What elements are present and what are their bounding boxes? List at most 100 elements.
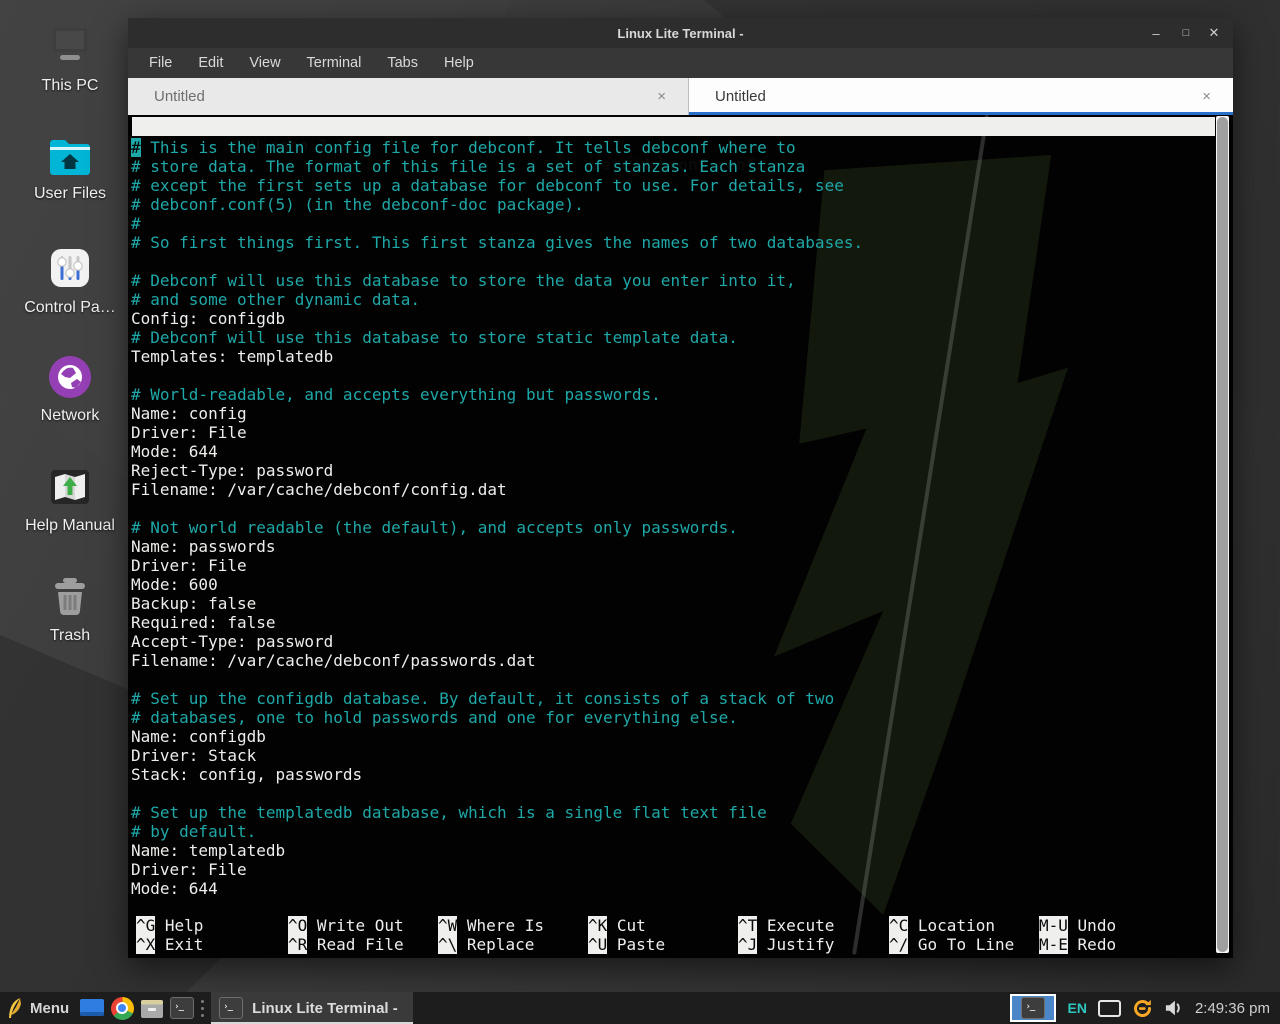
shortcut-key: ^X [136, 935, 155, 954]
terminal-line: Name: templatedb [131, 841, 863, 860]
desktop-icon-label: Trash [50, 627, 90, 645]
terminal-line: Required: false [131, 613, 863, 632]
close-button[interactable]: ✕ [1201, 18, 1227, 48]
window-title: Linux Lite Terminal - [617, 26, 743, 41]
desktop-icon-this-pc[interactable]: This PC [10, 24, 130, 126]
this-pc-icon [44, 24, 96, 70]
nano-shortcut: ^K Cut [588, 916, 646, 935]
desktop-pager-icon[interactable] [77, 992, 107, 1024]
terminal-line: # except the first sets up a database fo… [131, 176, 863, 195]
shortcut-label: Read File [317, 935, 404, 954]
terminal-window: Linux Lite Terminal - – □ ✕ File Edit Vi… [128, 18, 1233, 958]
tab-untitled-2[interactable]: Untitled × [689, 78, 1233, 115]
tab-untitled-1[interactable]: Untitled × [128, 78, 689, 115]
terminal-line: Filename: /var/cache/debconf/passwords.d… [131, 651, 863, 670]
nano-shortcuts: ^G Help^X Exit^O Write Out^R Read File^W… [131, 916, 1213, 954]
terminal-line: Reject-Type: password [131, 461, 863, 480]
terminal-line: # Not world readable (the default), and … [131, 518, 863, 537]
shortcut-key: ^K [588, 916, 607, 935]
display-icon[interactable] [1098, 1000, 1121, 1017]
file-manager-icon[interactable] [137, 992, 167, 1024]
taskbar: Menu Linux Lite Terminal - EN [0, 992, 1280, 1024]
terminal-icon [1021, 997, 1045, 1019]
shortcut-key: ^C [889, 916, 908, 935]
separator-handle[interactable] [197, 992, 207, 1024]
minimize-button[interactable]: – [1143, 18, 1169, 48]
terminal-line [131, 670, 863, 689]
shortcut-key: ^G [136, 916, 155, 935]
trash-icon [47, 574, 93, 620]
terminal-line: # Debconf will use this database to stor… [131, 328, 863, 347]
terminal-line: Driver: Stack [131, 746, 863, 765]
terminal-launcher-icon[interactable] [167, 992, 197, 1024]
help-manual-icon [46, 464, 94, 510]
desktop-icon-user-files[interactable]: User Files [10, 134, 130, 236]
desktop-icon-network[interactable]: Network [10, 354, 130, 456]
desktop-icon-label: Network [41, 407, 100, 425]
terminal-line: # store data. The format of this file is… [131, 157, 863, 176]
terminal-line: Backup: false [131, 594, 863, 613]
menu-terminal[interactable]: Terminal [294, 55, 375, 71]
menu-help[interactable]: Help [431, 55, 487, 71]
menu-tabs[interactable]: Tabs [374, 55, 431, 71]
shortcut-key: M-U [1039, 916, 1068, 935]
keyboard-layout-indicator[interactable]: EN [1067, 1000, 1086, 1016]
shortcut-key: M-E [1039, 935, 1068, 954]
nano-shortcut: ^J Justify [738, 935, 834, 954]
terminal-line: Accept-Type: password [131, 632, 863, 651]
desktop-icon-control-panel[interactable]: Control Pa… [10, 244, 130, 346]
terminal-line [131, 784, 863, 803]
nano-shortcut: ^\ Replace [438, 935, 534, 954]
task-button-terminal[interactable]: Linux Lite Terminal - [211, 992, 413, 1024]
tab-bar: Untitled × Untitled × [128, 78, 1233, 115]
desktop-icon-trash[interactable]: Trash [10, 574, 130, 676]
clock[interactable]: 2:49:36 pm [1195, 1000, 1270, 1017]
tray-terminal-window-icon[interactable] [1010, 994, 1056, 1022]
menu-edit[interactable]: Edit [185, 55, 236, 71]
maximize-button[interactable]: □ [1173, 18, 1199, 48]
terminal-line: # This is the main config file for debco… [131, 138, 863, 157]
desktop: This PC User Files Control Pa… [0, 0, 1280, 1024]
shortcut-label: Execute [767, 916, 834, 935]
shortcut-label: Write Out [317, 916, 404, 935]
volume-icon[interactable] [1164, 999, 1184, 1017]
terminal-line: Mode: 644 [131, 442, 863, 461]
titlebar[interactable]: Linux Lite Terminal - – □ ✕ [128, 18, 1233, 48]
system-tray: EN 2:49:36 pm [1010, 992, 1280, 1024]
menu-file[interactable]: File [136, 55, 185, 71]
shortcut-label: Cut [617, 916, 646, 935]
terminal-line [131, 499, 863, 518]
desktop-icon-label: This PC [42, 77, 99, 95]
shortcut-key: ^/ [889, 935, 908, 954]
shortcut-label: Exit [165, 935, 204, 954]
chrome-icon[interactable] [107, 992, 137, 1024]
desktop-icon-help-manual[interactable]: Help Manual [10, 464, 130, 566]
nano-shortcut: ^T Execute [738, 916, 834, 935]
terminal-content[interactable]: GNU nano 7.2 /etc/debconf.conf # This is… [128, 115, 1233, 958]
menu-button[interactable]: Menu [0, 992, 77, 1024]
nano-shortcut: ^C Location [889, 916, 995, 935]
terminal-line: Name: config [131, 404, 863, 423]
terminal-line: # Set up the templatedb database, which … [131, 803, 863, 822]
tab-close-icon[interactable]: × [657, 88, 666, 105]
scrollbar-thumb[interactable] [1217, 117, 1228, 952]
nano-header: GNU nano 7.2 /etc/debconf.conf [132, 117, 1215, 136]
terminal-line: # by default. [131, 822, 863, 841]
shortcut-label: Replace [467, 935, 534, 954]
shortcut-label: Paste [617, 935, 665, 954]
scrollbar[interactable] [1216, 116, 1229, 953]
updates-icon[interactable] [1132, 998, 1153, 1019]
user-files-folder-icon [45, 134, 95, 178]
terminal-line: # World-readable, and accepts everything… [131, 385, 863, 404]
shortcut-label: Location [918, 916, 995, 935]
terminal-line: # and some other dynamic data. [131, 290, 863, 309]
nano-cursor: # [131, 138, 141, 157]
terminal-line: Mode: 644 [131, 879, 863, 898]
shortcut-label: Help [165, 916, 204, 935]
menu-view[interactable]: View [236, 55, 293, 71]
nano-shortcut: ^O Write Out [288, 916, 404, 935]
terminal-line: Mode: 600 [131, 575, 863, 594]
tab-close-icon[interactable]: × [1202, 88, 1211, 105]
terminal-line: Filename: /var/cache/debconf/config.dat [131, 480, 863, 499]
shortcut-key: ^J [738, 935, 757, 954]
